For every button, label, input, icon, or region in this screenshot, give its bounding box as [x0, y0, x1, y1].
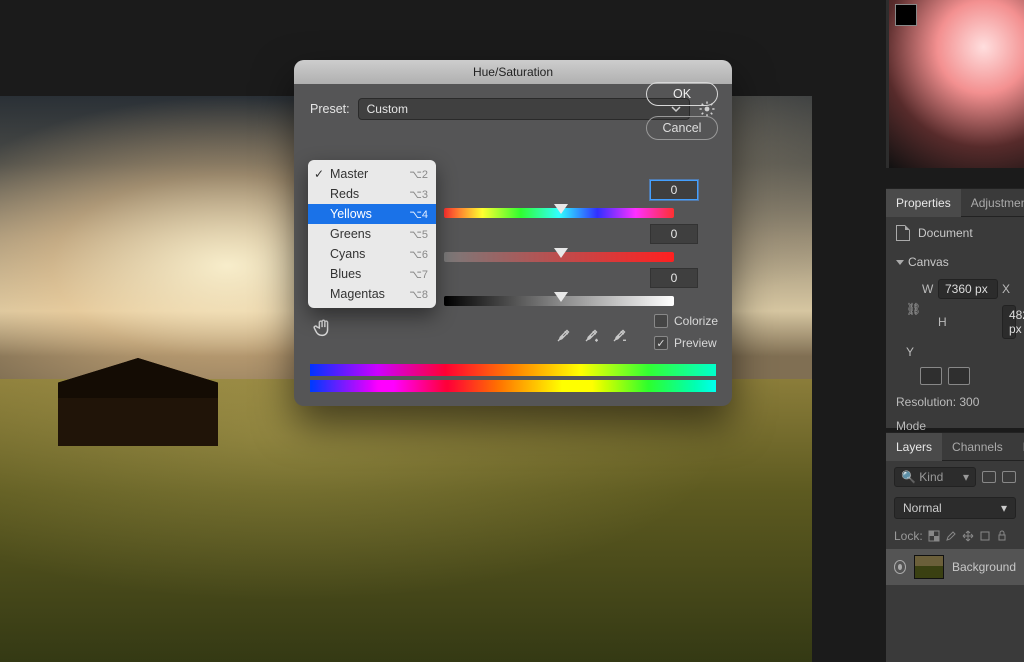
- channel-blues[interactable]: Blues ⌥7: [308, 264, 436, 284]
- channel-label: Magentas: [330, 287, 385, 301]
- saturation-thumb[interactable]: [554, 248, 568, 258]
- lock-row: Lock:: [886, 523, 1024, 549]
- layer-background[interactable]: Background: [886, 549, 1024, 585]
- channel-label: Cyans: [330, 247, 365, 261]
- canvas-section-header[interactable]: Canvas: [886, 249, 1024, 275]
- filter-adjust-icon[interactable]: [1002, 471, 1016, 483]
- y-label: Y: [906, 345, 918, 359]
- hue-saturation-dialog: Hue/Saturation Preset: Custom OK Cancel …: [294, 60, 732, 406]
- channel-label: Reds: [330, 187, 359, 201]
- lightness-slider-row: 0: [444, 268, 698, 312]
- channel-shortcut: ⌥5: [409, 228, 428, 241]
- preview-checkbox[interactable]: Preview: [654, 336, 718, 350]
- hue-slider-row: 0: [444, 180, 698, 224]
- channel-label: Yellows: [330, 207, 372, 221]
- blend-mode-value: Normal: [903, 501, 942, 515]
- channel-magentas[interactable]: Magentas ⌥8: [308, 284, 436, 304]
- canvas-label: Canvas: [908, 255, 949, 269]
- preset-select[interactable]: Custom: [358, 98, 690, 120]
- chevron-down-icon: [896, 260, 904, 265]
- eyedropper-add-icon[interactable]: [583, 326, 601, 344]
- dialog-title[interactable]: Hue/Saturation: [294, 60, 732, 84]
- layer-thumbnail: [914, 555, 944, 579]
- layer-filter-select[interactable]: 🔍 Kind ▾: [894, 467, 976, 487]
- tab-layers[interactable]: Layers: [886, 433, 942, 461]
- height-input[interactable]: 4825 px: [1002, 305, 1016, 339]
- preview-label: Preview: [674, 336, 717, 350]
- preset-value: Custom: [367, 102, 408, 116]
- kind-label: Kind: [919, 470, 943, 484]
- hue-thumb[interactable]: [554, 204, 568, 214]
- checkbox-icon: [654, 314, 668, 328]
- channel-shortcut: ⌥4: [409, 208, 428, 221]
- lock-label: Lock:: [894, 529, 923, 543]
- eyedropper-icon[interactable]: [555, 326, 573, 344]
- colorize-label: Colorize: [674, 314, 718, 328]
- lock-artboard-icon[interactable]: [979, 530, 991, 542]
- tab-paths[interactable]: Pa: [1013, 433, 1024, 461]
- chevron-down-icon: ▾: [963, 470, 969, 484]
- blend-mode-select[interactable]: Normal ▾: [894, 497, 1016, 519]
- lock-brush-icon[interactable]: [945, 530, 957, 542]
- tab-properties[interactable]: Properties: [886, 189, 961, 217]
- channel-shortcut: ⌥8: [409, 288, 428, 301]
- foreground-color-swatch[interactable]: [895, 4, 917, 26]
- lightness-thumb[interactable]: [554, 292, 568, 302]
- tab-adjustments[interactable]: Adjustment: [961, 189, 1024, 217]
- channel-greens[interactable]: Greens ⌥5: [308, 224, 436, 244]
- colorize-checkbox[interactable]: Colorize: [654, 314, 718, 328]
- saturation-input[interactable]: 0: [650, 224, 698, 244]
- color-range-bottom: [310, 380, 716, 392]
- channel-dropdown[interactable]: ✓ Master ⌥2 Reds ⌥3 Yellows ⌥4 Greens ⌥5…: [308, 160, 436, 308]
- ok-button[interactable]: OK: [646, 82, 718, 106]
- visibility-eye-icon[interactable]: [894, 560, 906, 574]
- color-range-bars[interactable]: [310, 360, 716, 392]
- cancel-button[interactable]: Cancel: [646, 116, 718, 140]
- channel-cyans[interactable]: Cyans ⌥6: [308, 244, 436, 264]
- channel-shortcut: ⌥3: [409, 188, 428, 201]
- width-input[interactable]: 7360 px: [938, 279, 998, 299]
- resolution-label: Resolution: 300: [886, 389, 1024, 415]
- channel-shortcut: ⌥6: [409, 248, 428, 261]
- properties-panel: Properties Adjustment Document Canvas ⛓ …: [886, 188, 1024, 428]
- layer-name: Background: [952, 560, 1016, 574]
- preset-label: Preset:: [310, 102, 350, 116]
- channel-label: Blues: [330, 267, 361, 281]
- orientation-landscape[interactable]: [948, 367, 970, 385]
- hue-input[interactable]: 0: [650, 180, 698, 200]
- chevron-down-icon: ▾: [1001, 501, 1007, 515]
- channel-master[interactable]: ✓ Master ⌥2: [308, 164, 436, 184]
- tab-channels[interactable]: Channels: [942, 433, 1013, 461]
- channel-label: Greens: [330, 227, 371, 241]
- scrubby-hand-icon[interactable]: [312, 317, 334, 344]
- color-range-top: [310, 364, 716, 376]
- height-label: H: [938, 315, 998, 329]
- checkbox-checked-icon: [654, 336, 668, 350]
- saturation-slider-row: 0: [444, 224, 698, 268]
- check-icon: ✓: [314, 167, 324, 181]
- filter-pixel-icon[interactable]: [982, 471, 996, 483]
- width-label: W: [922, 282, 934, 296]
- lock-move-icon[interactable]: [962, 530, 974, 542]
- orientation-portrait[interactable]: [920, 367, 942, 385]
- document-label: Document: [918, 226, 973, 240]
- link-icon[interactable]: ⛓: [906, 302, 918, 316]
- color-picker-panel[interactable]: [886, 0, 1024, 168]
- lock-all-icon[interactable]: [996, 530, 1008, 542]
- layers-panel: Layers Channels Pa 🔍 Kind ▾ Normal ▾ Loc…: [886, 432, 1024, 662]
- channel-shortcut: ⌥2: [409, 168, 428, 181]
- channel-shortcut: ⌥7: [409, 268, 428, 281]
- lock-transparency-icon[interactable]: [928, 530, 940, 542]
- x-label: X: [1002, 282, 1012, 296]
- channel-yellows[interactable]: Yellows ⌥4: [308, 204, 436, 224]
- channel-reds[interactable]: Reds ⌥3: [308, 184, 436, 204]
- eyedropper-subtract-icon[interactable]: [611, 326, 629, 344]
- channel-label: Master: [330, 167, 368, 181]
- lightness-input[interactable]: 0: [650, 268, 698, 288]
- document-icon: [896, 225, 910, 241]
